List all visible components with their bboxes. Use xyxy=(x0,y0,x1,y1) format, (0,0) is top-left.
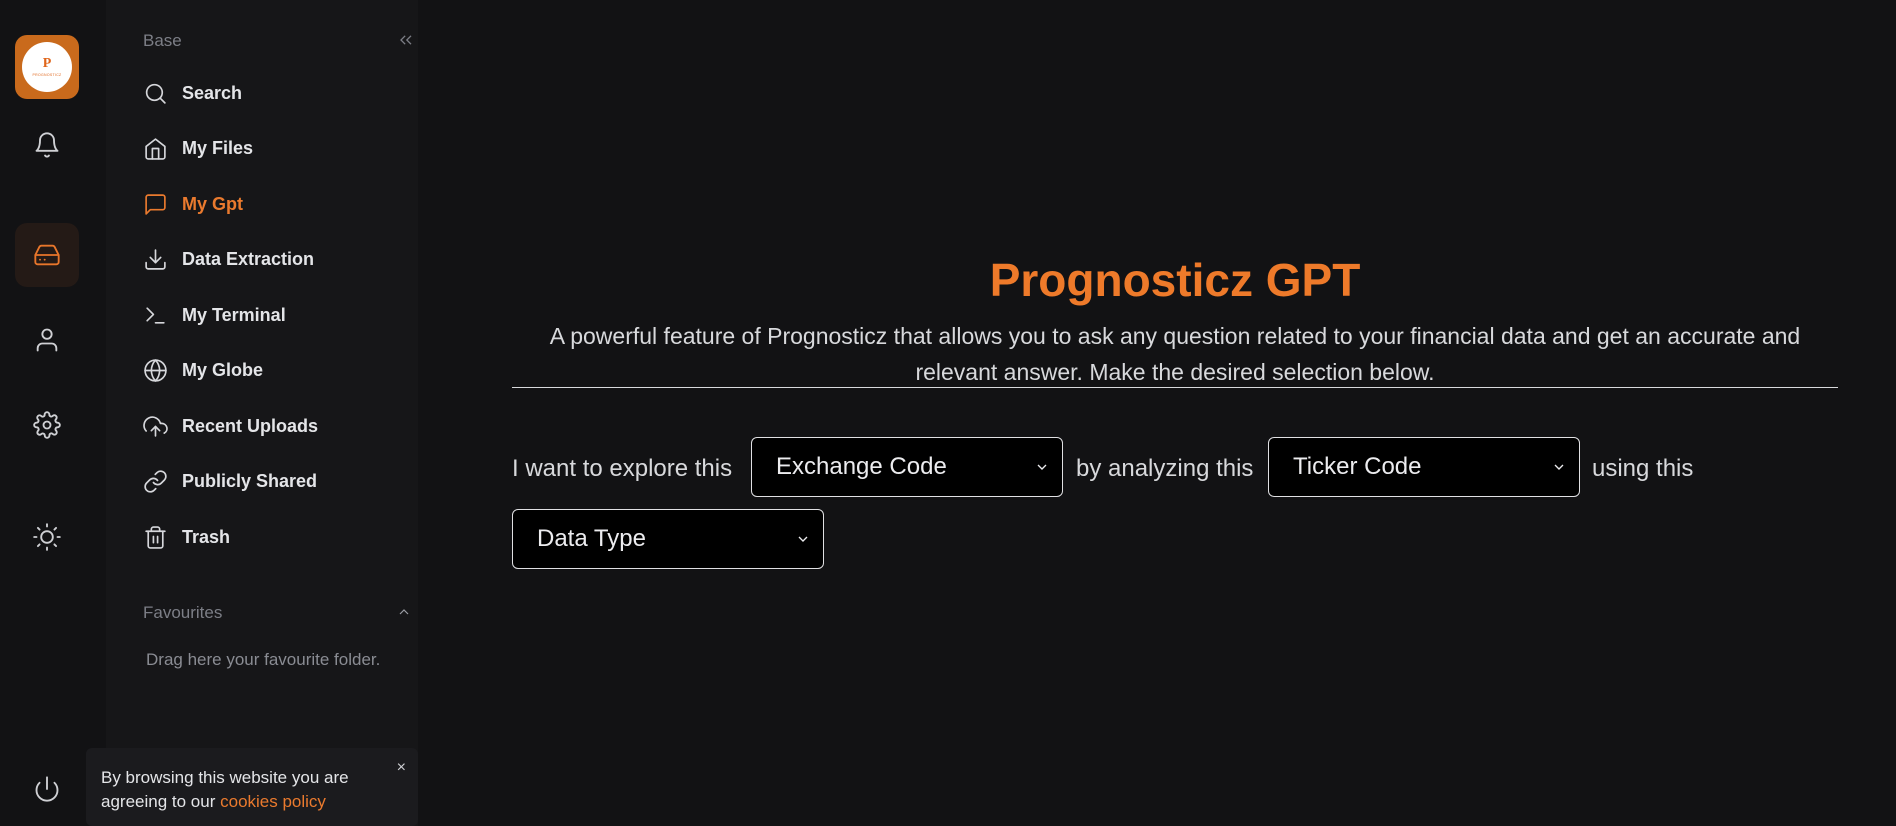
sidebar-item-publicly-shared[interactable]: Publicly Shared xyxy=(143,466,317,496)
power-icon xyxy=(35,776,59,802)
select-value: Ticker Code xyxy=(1293,453,1422,480)
download-icon xyxy=(145,248,166,270)
chevron-down-icon xyxy=(1554,464,1564,470)
notifications-button[interactable] xyxy=(15,113,79,177)
collapse-sidebar-button[interactable] xyxy=(396,30,416,50)
user-icon xyxy=(36,328,58,352)
sidebar-item-label: Publicly Shared xyxy=(182,470,318,491)
ticker-code-select[interactable]: Ticker Code xyxy=(1268,437,1580,497)
sidebar: Base Search My Files My Gpt Data Extract… xyxy=(106,0,418,826)
gear-icon xyxy=(33,411,61,439)
sidebar-item-data-extraction[interactable]: Data Extraction xyxy=(143,244,314,274)
logo-mark: P xyxy=(42,56,52,71)
storage-button[interactable] xyxy=(15,223,79,287)
sidebar-item-recent-uploads[interactable]: Recent Uploads xyxy=(143,411,318,441)
page-description: A powerful feature of Prognosticz that a… xyxy=(549,323,1801,385)
hard-drive-icon xyxy=(34,244,60,266)
sidebar-item-my-globe[interactable]: My Globe xyxy=(143,355,263,385)
cookies-policy-link[interactable]: cookies policy xyxy=(220,792,326,811)
terminal-icon xyxy=(146,306,165,324)
sidebar-item-label: My Globe xyxy=(182,359,264,380)
chat-icon xyxy=(145,193,166,215)
cookie-banner: By browsing this website you are agreein… xyxy=(86,748,418,826)
cookie-close-button[interactable]: × xyxy=(397,756,406,780)
exchange-code-select[interactable]: Exchange Code xyxy=(751,437,1063,497)
sidebar-item-label: My Files xyxy=(182,137,254,158)
sentence-part-explore: I want to explore this xyxy=(512,455,733,482)
profile-button[interactable] xyxy=(15,308,79,372)
select-value: Exchange Code xyxy=(776,453,947,480)
sidebar-item-label: My Gpt xyxy=(182,193,243,214)
logo-badge: P PROGNOSTICZ xyxy=(22,42,72,92)
logo-brand: PROGNOSTICZ xyxy=(32,73,62,77)
favourites-toggle-button[interactable] xyxy=(396,604,412,620)
app-logo[interactable]: P PROGNOSTICZ xyxy=(15,35,79,99)
sidebar-item-search[interactable]: Search xyxy=(143,78,242,108)
globe-icon xyxy=(144,358,167,382)
cloud-upload-icon xyxy=(143,415,168,437)
sidebar-item-label: Search xyxy=(182,82,243,103)
trash-icon xyxy=(145,525,166,549)
sidebar-item-my-gpt[interactable]: My Gpt xyxy=(143,189,243,219)
logout-button[interactable] xyxy=(15,757,79,821)
settings-button[interactable] xyxy=(15,393,79,457)
select-value: Data Type xyxy=(537,525,646,552)
data-type-select[interactable]: Data Type xyxy=(512,509,824,569)
sentence-part-using: using this xyxy=(1592,455,1694,482)
search-icon xyxy=(145,83,166,104)
sidebar-item-my-files[interactable]: My Files xyxy=(143,133,253,163)
page-title: Prognosticz GPT xyxy=(989,254,1361,306)
home-icon xyxy=(145,137,166,160)
sidebar-item-trash[interactable]: Trash xyxy=(143,522,230,552)
sun-icon xyxy=(33,523,61,551)
link-icon xyxy=(144,469,167,493)
divider xyxy=(512,387,1838,388)
sidebar-item-my-terminal[interactable]: My Terminal xyxy=(143,300,286,330)
favourites-section-title: Favourites xyxy=(143,603,223,622)
sidebar-item-label: Recent Uploads xyxy=(182,415,319,436)
icon-rail: P PROGNOSTICZ xyxy=(0,0,94,826)
chevron-down-icon xyxy=(1037,464,1047,470)
chevrons-left-icon xyxy=(400,35,412,45)
chevron-up-icon xyxy=(399,609,409,615)
base-section-title: Base xyxy=(143,31,182,50)
sidebar-item-label: My Terminal xyxy=(182,304,286,325)
favourites-drop-hint: Drag here your favourite folder. xyxy=(146,650,381,669)
theme-toggle-button[interactable] xyxy=(15,505,79,569)
bell-icon xyxy=(35,132,59,158)
sidebar-item-label: Trash xyxy=(182,526,231,547)
sentence-part-analyzing: by analyzing this xyxy=(1076,455,1254,482)
sidebar-item-label: Data Extraction xyxy=(182,248,315,269)
chevron-down-icon xyxy=(798,536,808,542)
